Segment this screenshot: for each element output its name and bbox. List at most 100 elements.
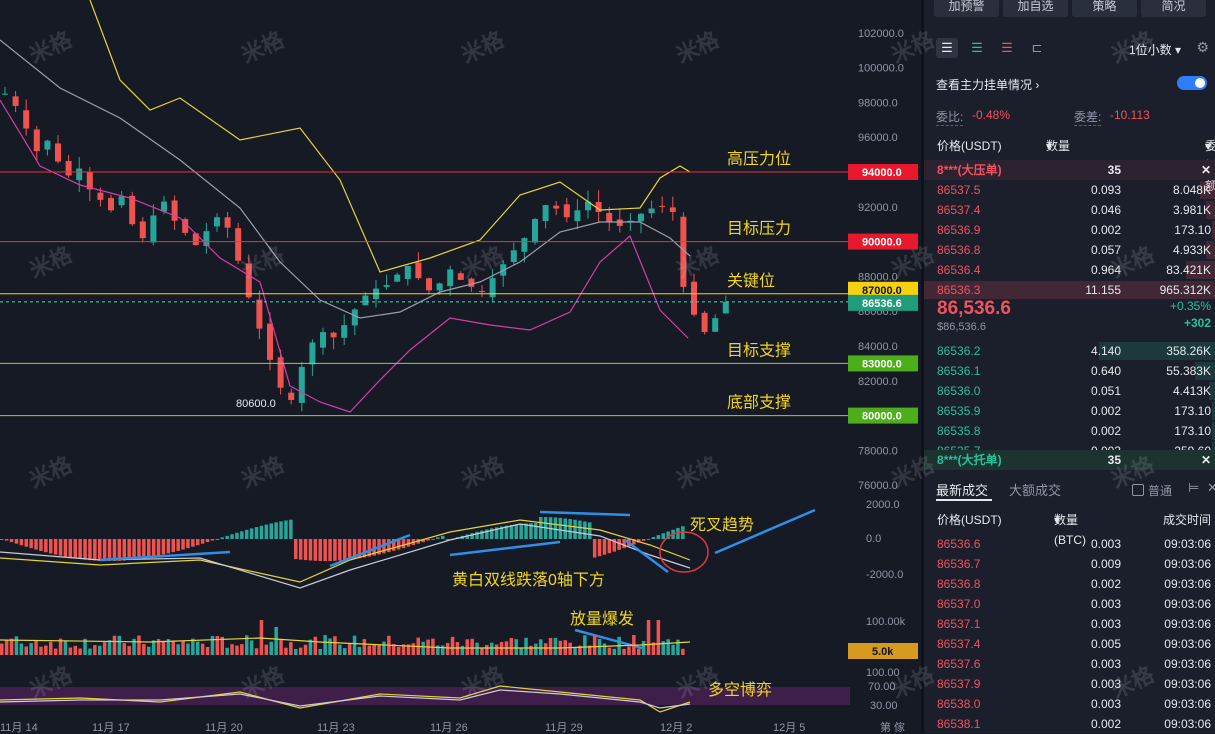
close-icon[interactable]: ✕ (1201, 450, 1211, 470)
candle-body (12, 96, 19, 106)
macd-histogram-bar (313, 539, 318, 561)
bid-total: 173.10 (1174, 404, 1211, 418)
date-axis-label: 11月 14 (0, 722, 38, 733)
volume-bar (102, 642, 107, 655)
bids-view-icon[interactable]: ☰ (966, 38, 988, 58)
bid-row[interactable]: 86536.0 0.051 4.413K (924, 381, 1215, 401)
date-axis-label: 11月 23 (317, 722, 355, 733)
macd-histogram-bar (142, 539, 146, 559)
macd-histogram-bar (171, 539, 175, 553)
ask-row[interactable]: 86536.9 0.002 173.10 (924, 220, 1215, 240)
candle-body (23, 110, 30, 129)
macd-histogram-bar (347, 539, 352, 560)
big-ask-row[interactable]: 8***(大压单) 35 ✕ (924, 160, 1215, 180)
macd-histogram-bar (19, 539, 24, 546)
add-alert-button[interactable]: 加预警 (934, 0, 999, 17)
decimals-select[interactable]: 1位小数 ▾ (1129, 41, 1181, 58)
volume-bar (44, 645, 48, 655)
total-header[interactable]: 委托额 ▾ (1205, 136, 1215, 193)
volume-bar (107, 640, 112, 655)
tab-latest-trades[interactable]: 最新成交 (936, 480, 988, 499)
overview-button[interactable]: 简况 (1141, 0, 1206, 17)
qty-header[interactable]: 数量 (BTC) ▾ (1046, 136, 1078, 173)
candle-body (161, 201, 167, 212)
compact-view-icon[interactable]: ⊏ (1026, 38, 1048, 58)
bid-price: 86536.1 (937, 364, 981, 378)
bid-row[interactable]: 86535.8 0.002 173.10 (924, 421, 1215, 441)
ask-row[interactable]: 86536.8 0.057 4.933K (924, 240, 1215, 260)
price-axis-label: 76000.0 (858, 480, 898, 492)
macd-histogram-bar (387, 539, 391, 553)
volume-bar (377, 645, 381, 655)
close-icon[interactable]: ✕ (1207, 480, 1215, 496)
trade-price: 86537.4 (937, 637, 981, 651)
volume-bar (171, 640, 175, 655)
volume-bar (53, 648, 58, 655)
candle-body (712, 318, 719, 332)
ask-row[interactable]: 86537.5 0.093 8.048K (924, 180, 1215, 200)
candle-body (659, 205, 666, 207)
price-axis-label: 92000.0 (858, 202, 898, 214)
trade-row: 86537.1 0.003 09:03:06 (924, 614, 1215, 634)
trade-qty: 0.002 (1090, 577, 1121, 591)
macd-histogram-bar (58, 539, 63, 556)
macd-histogram-bar (509, 524, 514, 539)
ask-row[interactable]: 86537.4 0.046 3.981K (924, 200, 1215, 220)
volume-note-label: 放量爆发 (570, 609, 634, 628)
trade-qty-header[interactable]: 数量(BTC) ▾ (1054, 510, 1086, 547)
trade-time: 09:03:06 (1164, 717, 1211, 731)
volume-bar (303, 644, 308, 655)
macd-histogram-bar (73, 539, 77, 559)
volume-bar (338, 644, 342, 655)
main-orders-toggle[interactable] (1177, 76, 1207, 90)
price-axis-label: 96000.0 (858, 132, 898, 144)
macd-histogram-bar (44, 539, 48, 553)
asks-view-icon[interactable]: ☰ (996, 38, 1018, 58)
volume-bar (372, 644, 376, 655)
macd-histogram-bar (426, 539, 430, 541)
macd-histogram-bar (9, 539, 14, 543)
trade-price: 86538.0 (937, 697, 981, 711)
macd-histogram-bar (161, 539, 166, 555)
macd-histogram-bar (661, 533, 665, 539)
macd-histogram-bar (573, 519, 577, 539)
close-icon[interactable]: ✕ (1201, 160, 1211, 180)
price-axis-label: 100000.0 (858, 63, 904, 75)
trade-qty: 0.002 (1090, 717, 1121, 731)
volume-bar (343, 648, 347, 655)
volume-bar (88, 648, 92, 655)
gear-icon[interactable]: ⚙ (1196, 39, 1209, 56)
add-watchlist-button[interactable]: 加自选 (1003, 0, 1068, 17)
volume-bar (14, 636, 19, 655)
candle-body (33, 129, 40, 152)
big-bid-row[interactable]: 8***(大托单) 35 ✕ (924, 450, 1215, 470)
ask-price: 86536.4 (937, 263, 981, 277)
macd-histogram-bar (132, 539, 136, 560)
trade-qty: 0.003 (1090, 617, 1121, 631)
candle-body (479, 290, 485, 293)
volume-bar (181, 641, 185, 655)
trade-qty: 0.003 (1090, 677, 1121, 691)
macd-histogram-bar (568, 519, 572, 539)
strategy-button[interactable]: 策略 (1072, 0, 1137, 17)
chart-canvas[interactable]: 102000.0 100000.0 98000.0 96000.0 94000.0 920… (0, 0, 922, 733)
trade-time: 09:03:06 (1164, 617, 1211, 631)
trade-qty: 0.003 (1090, 597, 1121, 611)
price-axis-label: 78000.0 (858, 445, 898, 457)
bid-row[interactable]: 86535.9 0.002 173.10 (924, 401, 1215, 421)
main-orders-link[interactable]: 查看主力挂单情况 › (936, 78, 1039, 92)
both-sides-view-icon[interactable]: ☰ (936, 38, 958, 58)
bid-row[interactable]: 86536.1 0.640 55.383K (924, 361, 1215, 381)
bid-row[interactable]: 86536.2 4.140 358.26K (924, 341, 1215, 361)
normal-filter-checkbox[interactable] (1132, 484, 1144, 496)
tab-large-trades[interactable]: 大额成交 (1009, 480, 1061, 499)
bollinger-middle (0, 39, 691, 319)
candle-body (298, 366, 305, 403)
price-chart[interactable]: 102000.0 100000.0 98000.0 96000.0 94000.0 920… (0, 0, 922, 733)
macd-histogram-bar (514, 524, 518, 539)
candle-body (267, 323, 273, 360)
volume-bar (196, 641, 200, 655)
volume-bar (671, 644, 675, 655)
filter-settings-icon[interactable]: ⊨ (1188, 480, 1199, 496)
ask-row[interactable]: 86536.4 0.964 83.421K (924, 260, 1215, 280)
